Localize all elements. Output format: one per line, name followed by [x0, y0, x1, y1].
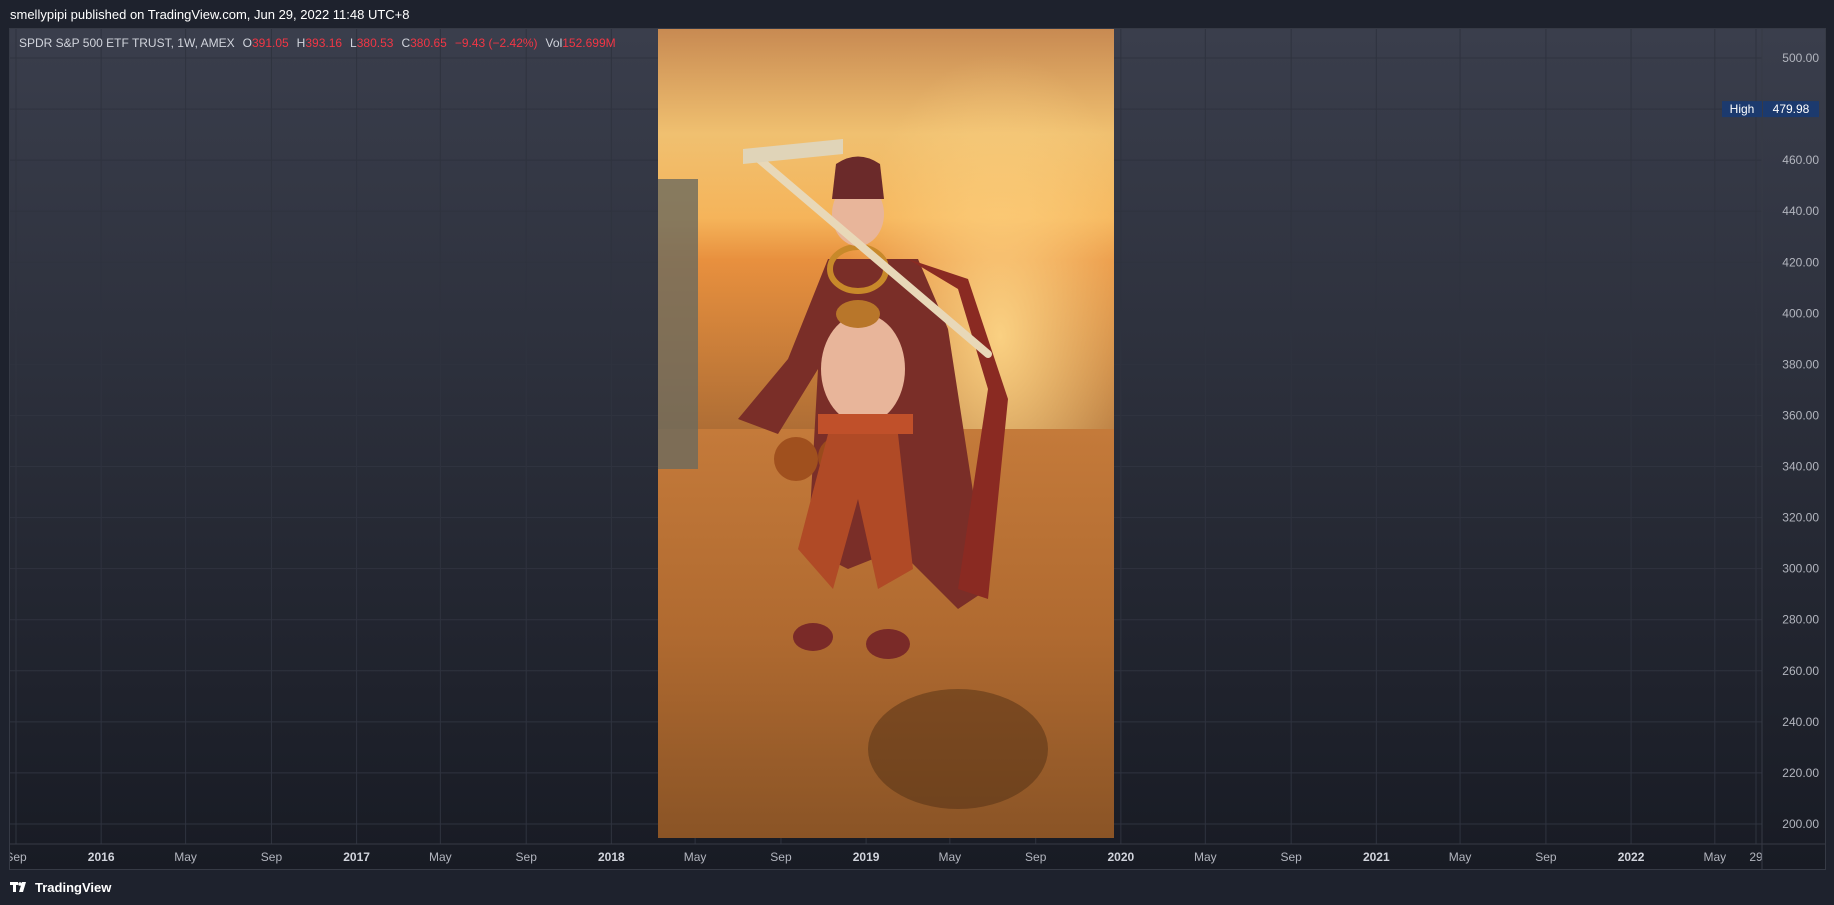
- tradingview-brand: TradingView: [35, 880, 112, 895]
- x-tick-label: 29: [1749, 850, 1763, 864]
- y-tick-label: 460.00: [1782, 153, 1819, 167]
- x-tick-label: 2021: [1363, 850, 1390, 864]
- close-value: 380.65: [410, 36, 447, 50]
- annotations: High 479.98: [1722, 101, 1819, 118]
- low-value: 380.53: [356, 36, 394, 50]
- low-label: L: [350, 36, 357, 50]
- x-tick-label: Sep: [770, 850, 792, 864]
- change-value: −9.43 (−2.42%): [454, 36, 538, 50]
- y-tick-label: 400.00: [1782, 306, 1819, 320]
- x-tick-label: May: [1449, 850, 1472, 864]
- x-tick-label: Sep: [516, 850, 538, 864]
- x-tick-label: May: [429, 850, 452, 864]
- y-tick-label: 420.00: [1782, 255, 1819, 269]
- artwork-hat: [832, 156, 884, 199]
- y-tick-label: 260.00: [1782, 664, 1819, 678]
- open-value: 391.05: [251, 36, 289, 50]
- artwork-pendant: [836, 300, 880, 328]
- high-badge-label: High: [1730, 102, 1755, 116]
- tradingview-logo-icon: [10, 881, 26, 892]
- published-header: smellypipi published on TradingView.com,…: [0, 0, 1834, 28]
- footer: TradingView: [0, 870, 1834, 905]
- y-tick-label: 240.00: [1782, 715, 1819, 729]
- x-tick-label: Sep: [1535, 850, 1557, 864]
- x-tick-label: Sep: [10, 850, 27, 864]
- y-tick-label: 360.00: [1782, 408, 1819, 422]
- x-tick-label: 2016: [88, 850, 115, 864]
- y-tick-label: 300.00: [1782, 562, 1819, 576]
- x-tick-label: May: [684, 850, 707, 864]
- high-value: 393.16: [305, 36, 343, 50]
- y-tick-label: 200.00: [1782, 817, 1819, 831]
- artwork-gourd-left: [774, 437, 818, 481]
- y-tick-label: 500.00: [1782, 51, 1819, 65]
- artwork-shadow: [868, 689, 1048, 809]
- artwork-belly: [821, 314, 905, 424]
- x-tick-label: May: [939, 850, 962, 864]
- x-tick-label: May: [1703, 850, 1726, 864]
- x-tick-label: 2020: [1108, 850, 1135, 864]
- x-tick-label: 2022: [1618, 850, 1645, 864]
- x-tick-label: 2019: [853, 850, 880, 864]
- x-tick-label: Sep: [1280, 850, 1302, 864]
- chart-frame[interactable]: Sep 2016 May Sep 2017 May Sep 2018 May Sep 2019 May…: [9, 28, 1826, 870]
- y-tick-label: 320.00: [1782, 511, 1819, 525]
- published-text: smellypipi published on TradingView.com,…: [10, 7, 410, 22]
- tradingview-logo[interactable]: TradingView: [10, 880, 111, 895]
- x-tick-label: 2017: [343, 850, 370, 864]
- high-badge-value: 479.98: [1773, 102, 1810, 116]
- close-label: C: [401, 36, 411, 50]
- symbol-legend[interactable]: SPDR S&P 500 ETF TRUST, 1W, AMEX O391.05 H…: [19, 36, 616, 50]
- artwork-sash: [818, 414, 913, 434]
- x-tick-label: Sep: [1025, 850, 1047, 864]
- x-tick-label: May: [174, 850, 197, 864]
- overlay-artwork: [658, 29, 1114, 838]
- y-tick-label: 380.00: [1782, 357, 1819, 371]
- y-tick-label: 280.00: [1782, 613, 1819, 627]
- volume-value: 152.699M: [562, 36, 616, 50]
- artwork-left-figure: [658, 179, 698, 469]
- y-tick-label: 220.00: [1782, 766, 1819, 780]
- symbol-name: SPDR S&P 500 ETF TRUST, 1W, AMEX: [19, 36, 235, 50]
- x-tick-label: 2018: [598, 850, 625, 864]
- open-label: O: [242, 36, 252, 50]
- artwork-shoe-left: [793, 623, 833, 651]
- y-tick-label: 340.00: [1782, 460, 1819, 474]
- y-tick-label: 440.00: [1782, 204, 1819, 218]
- volume-label: Vol: [545, 36, 563, 50]
- artwork-illustration: [658, 29, 1114, 838]
- x-tick-label: Sep: [261, 850, 283, 864]
- artwork-shoe-right: [866, 629, 910, 659]
- x-tick-label: May: [1194, 850, 1217, 864]
